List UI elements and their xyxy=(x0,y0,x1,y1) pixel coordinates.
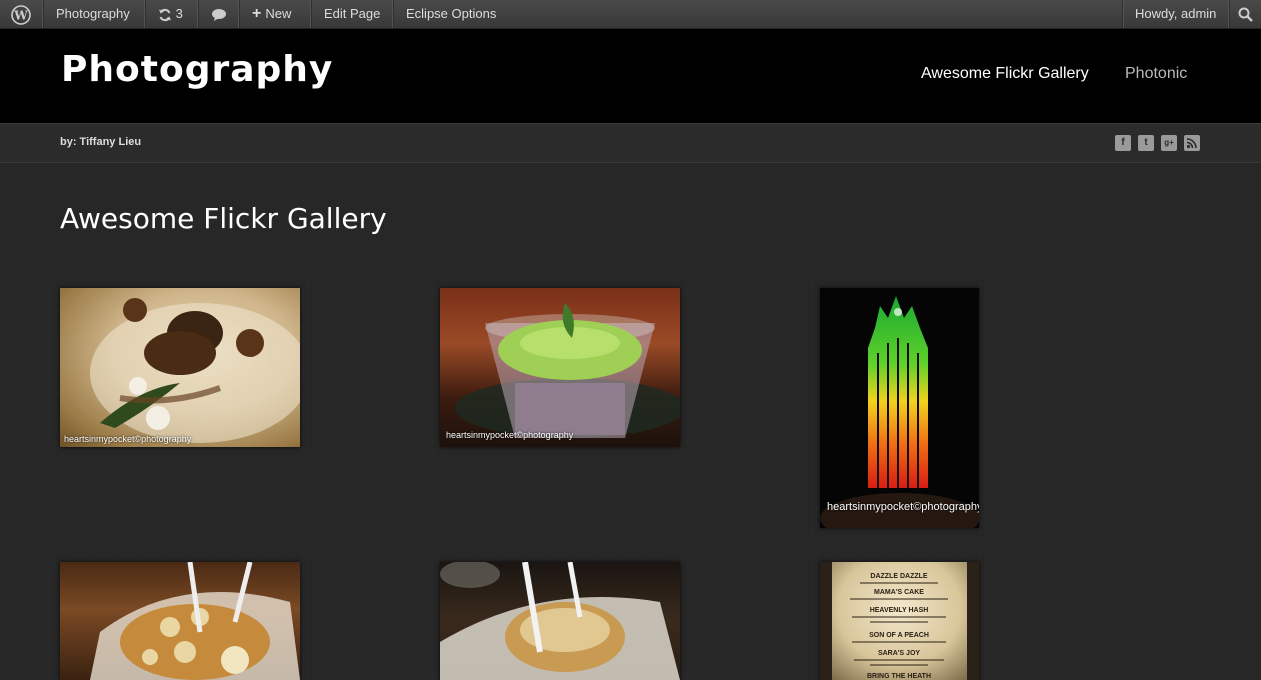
svg-text:SON OF A PEACH: SON OF A PEACH xyxy=(869,632,929,639)
updates-count: 3 xyxy=(175,6,183,21)
photo-watermark: heartsinmypocket©photography xyxy=(64,434,192,444)
site-header: Photography Awesome Flickr Gallery Photo… xyxy=(0,29,1261,123)
new-content-button[interactable]: + New xyxy=(240,0,312,28)
nav-item-awesome-flickr-gallery[interactable]: Awesome Flickr Gallery xyxy=(921,65,1089,83)
plus-icon: + xyxy=(252,5,262,22)
eclipse-options-link[interactable]: Eclipse Options xyxy=(394,0,512,28)
gallery-photo-lit-tower[interactable]: heartsinmypocket©photography xyxy=(820,288,979,528)
svg-text:W: W xyxy=(13,8,28,22)
edit-page-link[interactable]: Edit Page xyxy=(312,0,394,28)
new-label: New xyxy=(265,6,292,21)
gallery-photo-pastry[interactable] xyxy=(440,562,680,680)
rss-icon[interactable] xyxy=(1184,135,1200,151)
refresh-icon xyxy=(158,6,176,21)
page-title: Awesome Flickr Gallery xyxy=(60,202,387,235)
updates-button[interactable]: 3 xyxy=(146,0,199,28)
gallery-photo-menu-board[interactable]: DAZZLE DAZZLE MAMA'S CAKE HEAVENLY HASH … xyxy=(820,562,979,680)
google-plus-icon[interactable]: g+ xyxy=(1161,135,1177,151)
svg-text:BRING THE HEATH: BRING THE HEATH xyxy=(867,673,931,680)
account-menu[interactable]: Howdy, admin xyxy=(1122,0,1230,28)
byline-bar: by: Tiffany Lieu f t g+ xyxy=(0,123,1261,163)
gallery-photo-green-dessert[interactable]: heartsinmypocket©photography xyxy=(440,288,680,447)
twitter-icon[interactable]: t xyxy=(1138,135,1154,151)
comments-button[interactable] xyxy=(199,0,240,28)
svg-text:HEAVENLY HASH: HEAVENLY HASH xyxy=(870,607,929,614)
site-title[interactable]: Photography xyxy=(61,49,333,90)
search-icon[interactable] xyxy=(1230,0,1261,28)
svg-text:SARA'S JOY: SARA'S JOY xyxy=(878,650,920,657)
facebook-icon[interactable]: f xyxy=(1115,135,1131,151)
author-byline: by: Tiffany Lieu xyxy=(60,136,142,148)
photo-watermark: heartsinmypocket©photography xyxy=(446,430,574,440)
photo-watermark: heartsinmypocket©photography xyxy=(827,501,979,513)
site-name-link[interactable]: Photography xyxy=(44,0,146,28)
gallery-photo-food-plate[interactable]: heartsinmypocket©photography xyxy=(60,288,300,447)
gallery-photo-banana-dessert[interactable] xyxy=(60,562,300,680)
admin-bar: W Photography 3 + New Edit Page Eclipse O… xyxy=(0,0,1261,29)
nav-item-photonic[interactable]: Photonic xyxy=(1125,65,1187,83)
comment-bubble-icon xyxy=(211,6,227,21)
wordpress-logo-icon[interactable]: W xyxy=(0,0,44,28)
svg-text:MAMA'S CAKE: MAMA'S CAKE xyxy=(874,589,924,596)
svg-text:DAZZLE DAZZLE: DAZZLE DAZZLE xyxy=(870,573,927,580)
